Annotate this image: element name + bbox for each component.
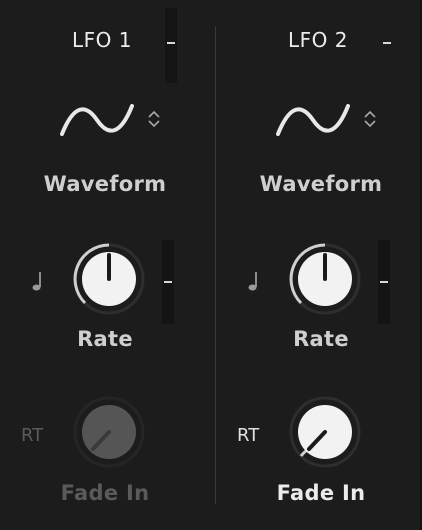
lfo2-waveform-label: Waveform (259, 172, 383, 196)
lfo1-rate-label: Rate (77, 327, 133, 351)
lfo2-rate-knob[interactable] (285, 239, 365, 319)
lfo1-rate-knob[interactable] (69, 239, 149, 319)
lfo2-title: LFO 2 (288, 28, 348, 52)
lfo2-fade-label: Fade In (276, 481, 366, 505)
lfo2-rt-label[interactable]: RT (237, 425, 259, 446)
lfo2-rate-label: Rate (293, 327, 349, 351)
quarter-note-icon[interactable] (246, 270, 260, 292)
quarter-note-icon[interactable] (30, 270, 44, 292)
sine-wave-icon[interactable] (276, 100, 350, 140)
lfo2-column: LFO 2 Waveform Rate RT Fade In (216, 0, 422, 530)
lfo2-rate-meter[interactable] (378, 240, 390, 324)
lfo1-fade-knob[interactable] (69, 392, 149, 472)
updown-arrows-icon[interactable] (146, 108, 162, 130)
lfo1-fade-label: Fade In (60, 481, 150, 505)
updown-arrows-icon[interactable] (362, 108, 378, 130)
lfo2-title-meter[interactable] (381, 8, 393, 83)
sine-wave-icon[interactable] (60, 100, 134, 140)
meter-tick (164, 281, 172, 283)
lfo1-title: LFO 1 (72, 28, 132, 52)
lfo1-rate-meter[interactable] (162, 240, 174, 324)
meter-tick (383, 42, 391, 44)
meter-tick (167, 42, 175, 44)
lfo1-column: LFO 1 Waveform Rate RT Fade In (0, 0, 210, 530)
lfo1-waveform-label: Waveform (43, 172, 167, 196)
lfo-panel: LFO 1 Waveform Rate RT Fade In LFO 2 Wav… (0, 0, 422, 530)
meter-tick (380, 281, 388, 283)
lfo1-title-meter[interactable] (165, 8, 177, 83)
lfo2-fade-knob[interactable] (285, 392, 365, 472)
lfo1-rt-label[interactable]: RT (21, 425, 43, 446)
